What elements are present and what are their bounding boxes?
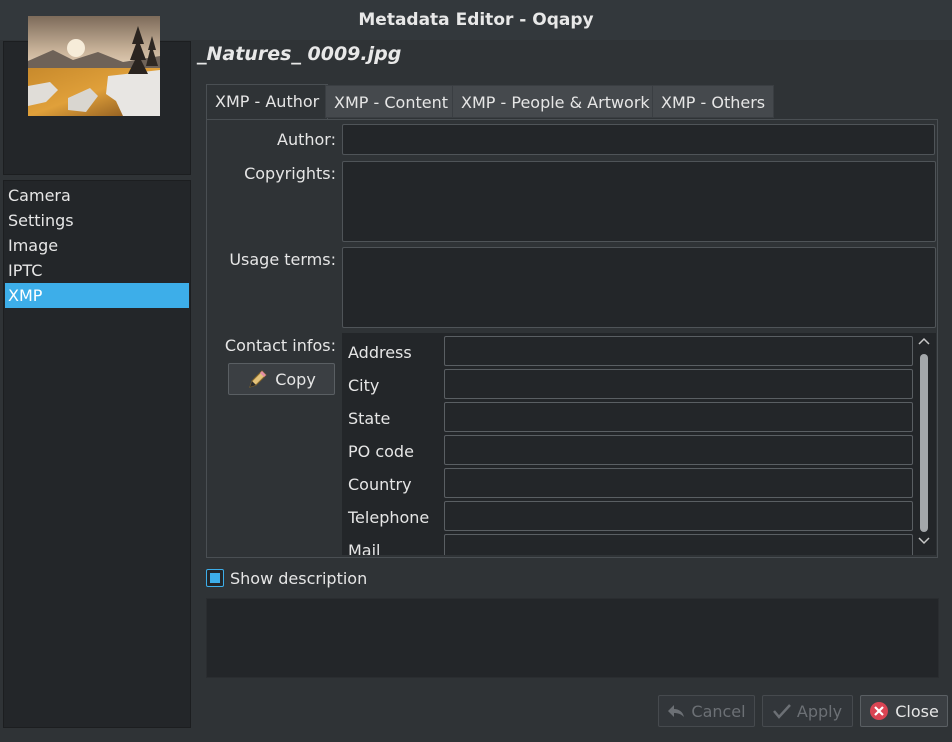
contact-state-input[interactable] <box>444 402 913 432</box>
close-circle-icon <box>869 701 889 721</box>
window-title: Metadata Editor - Oqapy <box>358 10 594 30</box>
copy-button-label: Copy <box>275 369 316 389</box>
category-item-image[interactable]: Image <box>5 233 189 258</box>
show-description-checkbox[interactable] <box>206 569 224 587</box>
author-input[interactable] <box>342 124 935 155</box>
contact-label-city: City <box>348 376 380 395</box>
tab-xmp-author[interactable]: XMP - Author <box>206 84 329 120</box>
scrollbar-handle[interactable] <box>920 354 928 532</box>
checkbox-checked-mark <box>210 573 220 583</box>
file-name: _Natures_ 0009.jpg <box>197 43 402 65</box>
contact-label-country: Country <box>348 475 412 494</box>
cancel-button[interactable]: Cancel <box>658 695 755 727</box>
copy-button[interactable]: Copy <box>228 363 335 395</box>
show-description-label[interactable]: Show description <box>230 569 367 588</box>
scroll-down-icon[interactable] <box>918 536 930 546</box>
contact-label-state: State <box>348 409 391 428</box>
checkmark-icon <box>772 703 791 719</box>
category-item-iptc[interactable]: IPTC <box>5 258 189 283</box>
usage-terms-label: Usage terms: <box>229 250 336 269</box>
contact-telephone-input[interactable] <box>444 501 913 531</box>
contact-country-input[interactable] <box>444 468 913 498</box>
image-thumbnail <box>28 16 160 116</box>
contact-label-mail: Mail <box>348 541 381 555</box>
contact-infos-label: Contact infos: <box>224 336 336 355</box>
undo-arrow-icon <box>667 703 685 719</box>
author-label: Author: <box>277 130 336 149</box>
cancel-button-label: Cancel <box>691 701 746 721</box>
copyrights-label: Copyrights: <box>244 164 336 183</box>
contact-infos-panel: Address City State PO code Country Telep… <box>342 333 936 555</box>
description-textarea[interactable] <box>206 598 939 678</box>
category-item-settings[interactable]: Settings <box>5 208 189 233</box>
contact-city-input[interactable] <box>444 369 913 399</box>
contact-po-code-input[interactable] <box>444 435 913 465</box>
tab-xmp-others[interactable]: XMP - Others <box>652 85 775 118</box>
category-item-xmp[interactable]: XMP <box>5 283 189 308</box>
copyrights-textarea[interactable] <box>342 161 936 242</box>
tab-xmp-people-artwork[interactable]: XMP - People & Artwork <box>452 85 659 118</box>
contact-address-input[interactable] <box>444 336 913 366</box>
apply-button[interactable]: Apply <box>762 695 853 727</box>
close-button-label: Close <box>895 701 939 721</box>
category-item-camera[interactable]: Camera <box>5 183 189 208</box>
pencil-icon <box>247 368 269 390</box>
usage-terms-textarea[interactable] <box>342 247 936 328</box>
apply-button-label: Apply <box>796 701 843 721</box>
contact-label-address: Address <box>348 343 412 362</box>
close-button[interactable]: Close <box>860 695 948 727</box>
contact-label-telephone: Telephone <box>348 508 430 527</box>
category-list: Camera Settings Image IPTC XMP <box>3 180 191 728</box>
scroll-up-icon[interactable] <box>918 336 930 346</box>
contact-mail-input[interactable] <box>444 534 913 555</box>
tab-xmp-content[interactable]: XMP - Content <box>325 85 457 118</box>
contact-label-po-code: PO code <box>348 442 414 461</box>
